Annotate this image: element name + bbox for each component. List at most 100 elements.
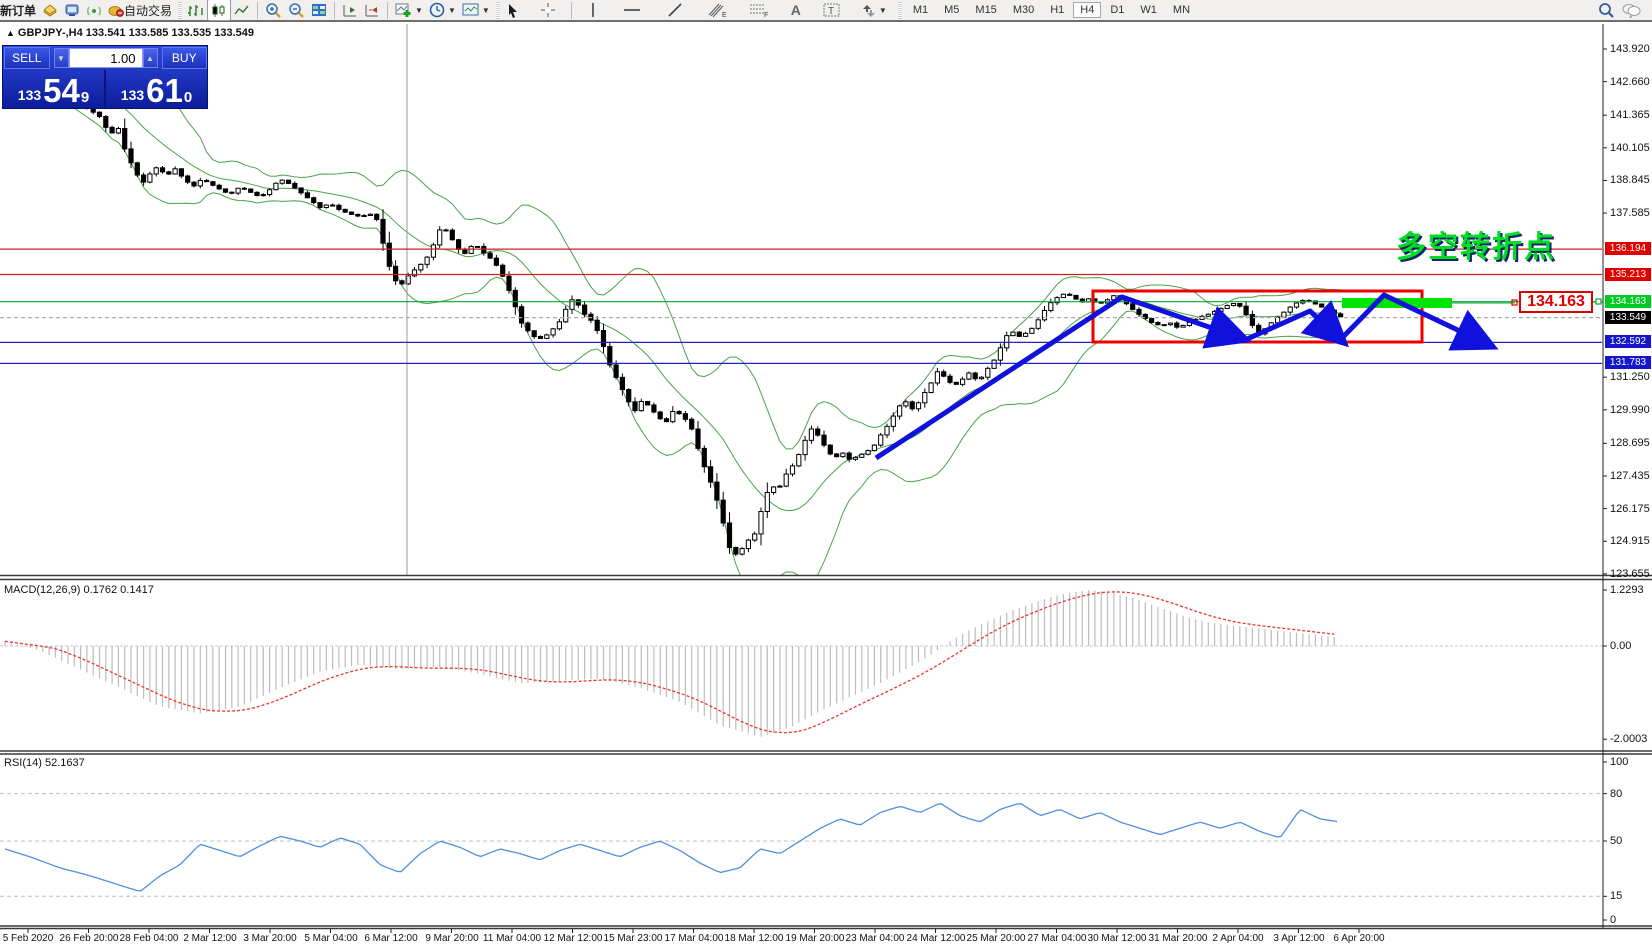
chart-canvas[interactable] xyxy=(0,0,1652,946)
date-tick-label: 11 Mar 04:00 xyxy=(483,933,541,944)
timeframe-button-mn[interactable]: MN xyxy=(1166,2,1197,18)
toolbar-grip xyxy=(496,2,500,19)
macd-indicator-label: MACD(12,26,9) 0.1762 0.1417 xyxy=(4,584,154,596)
text-tool-button[interactable]: A xyxy=(788,0,804,20)
price-tick-label: 138.845 xyxy=(1610,174,1650,186)
rsi-tick-label: 100 xyxy=(1610,756,1628,768)
cursor-tool-button[interactable] xyxy=(503,0,523,20)
date-tick-label: 26 Feb 20:00 xyxy=(60,933,119,944)
macd-tick-label: 0.00 xyxy=(1610,640,1631,652)
line-chart-type-button[interactable] xyxy=(231,0,253,20)
price-tick-label: 142.660 xyxy=(1610,76,1650,88)
main-toolbar: 新订单 自动交易 xyxy=(0,0,1652,22)
volume-increase-button[interactable]: ▲ xyxy=(143,48,158,68)
indicators-button[interactable]: ▼ xyxy=(392,0,426,20)
macd-tick-label: -2.0003 xyxy=(1610,733,1647,745)
horizontal-line-tool-button[interactable] xyxy=(620,0,644,20)
date-tick-label: 2 Apr 04:00 xyxy=(1212,933,1263,944)
bar-chart-type-button[interactable] xyxy=(185,0,207,20)
search-icon[interactable] xyxy=(1595,0,1618,20)
trendline-tool-button[interactable] xyxy=(664,0,686,20)
date-tick-label: 3 Mar 20:00 xyxy=(243,933,296,944)
timeframe-button-m30[interactable]: M30 xyxy=(1006,2,1041,18)
rsi-tick-label: 15 xyxy=(1610,890,1622,902)
templates-button[interactable]: ▼ xyxy=(459,0,493,20)
price-tick-label: 123.655 xyxy=(1610,568,1650,580)
price-level-chip: 133.549 xyxy=(1605,311,1651,324)
date-tick-label: 12 Mar 12:00 xyxy=(544,933,603,944)
timeframe-button-m15[interactable]: M15 xyxy=(968,2,1003,18)
auto-scroll-button[interactable] xyxy=(361,0,383,20)
svg-text:F: F xyxy=(764,12,768,18)
sell-price[interactable]: 133549 xyxy=(3,70,104,108)
tile-windows-button[interactable] xyxy=(308,0,330,20)
timeframe-button-m5[interactable]: M5 xyxy=(937,2,966,18)
timeframe-button-h1[interactable]: H1 xyxy=(1043,2,1071,18)
toolbar-separator xyxy=(334,2,335,19)
price-tick-label: 128.695 xyxy=(1610,437,1650,449)
price-tick-label: 137.585 xyxy=(1610,207,1650,219)
mt4-terminal-window: 新订单 自动交易 xyxy=(0,0,1652,946)
price-tick-label: 141.365 xyxy=(1610,109,1650,121)
date-tick-label: 6 Apr 20:00 xyxy=(1333,933,1384,944)
timeframe-bar: M1M5M15M30H1H4D1W1MN xyxy=(905,2,1198,18)
buy-button[interactable]: BUY xyxy=(162,47,208,69)
macd-tick-label: 1.2293 xyxy=(1610,584,1644,596)
auto-trading-button[interactable]: 自动交易 xyxy=(105,0,175,20)
package-icon[interactable] xyxy=(39,0,61,20)
equidistant-channel-tool-button[interactable]: E xyxy=(704,0,730,20)
price-level-chip: 132.592 xyxy=(1605,335,1651,348)
chevron-down-icon: ▼ xyxy=(482,6,490,15)
auto-trading-label: 自动交易 xyxy=(124,2,172,19)
date-tick-label: 30 Mar 12:00 xyxy=(1088,933,1147,944)
symbol-collapse-icon[interactable]: ▲ xyxy=(6,28,15,38)
crosshair-tool-button[interactable] xyxy=(537,0,559,20)
price-tick-label: 131.250 xyxy=(1610,371,1650,383)
candlestick-chart-type-button[interactable] xyxy=(207,0,231,21)
date-tick-label: 9 Mar 20:00 xyxy=(425,933,478,944)
timeframe-button-w1[interactable]: W1 xyxy=(1133,2,1164,18)
toolbar-grip xyxy=(178,2,182,19)
chart-shift-button[interactable] xyxy=(339,0,361,20)
terminal-icon[interactable] xyxy=(61,0,83,20)
zoom-out-button[interactable] xyxy=(285,0,308,20)
new-order-button[interactable]: 新订单 xyxy=(0,0,39,20)
date-tick-label: 2 Mar 12:00 xyxy=(183,933,236,944)
date-tick-label: 5 Mar 04:00 xyxy=(304,933,357,944)
buy-price[interactable]: 133610 xyxy=(106,70,207,108)
toolbar-separator xyxy=(571,2,572,19)
chat-icon[interactable] xyxy=(1618,0,1644,20)
price-tick-label: 140.105 xyxy=(1610,142,1650,154)
timeframe-button-h4[interactable]: H4 xyxy=(1073,2,1101,18)
signal-icon[interactable] xyxy=(83,0,105,20)
date-tick-label: 3 Apr 12:00 xyxy=(1273,933,1324,944)
sell-button[interactable]: SELL xyxy=(4,47,50,69)
date-tick-label: 28 Feb 04:00 xyxy=(120,933,179,944)
chevron-down-icon: ▼ xyxy=(448,6,456,15)
date-tick-label: 24 Mar 12:00 xyxy=(907,933,966,944)
periods-button[interactable]: ▼ xyxy=(426,0,459,20)
timeframe-button-m1[interactable]: M1 xyxy=(906,2,935,18)
price-tick-label: 143.920 xyxy=(1610,43,1650,55)
vertical-line-tool-button[interactable] xyxy=(586,0,600,20)
new-order-label: 新订单 xyxy=(0,2,36,19)
date-tick-label: 31 Mar 20:00 xyxy=(1149,933,1208,944)
rsi-tick-label: 50 xyxy=(1610,835,1622,847)
date-tick-label: 27 Mar 04:00 xyxy=(1028,933,1087,944)
price-level-chip: 135.213 xyxy=(1605,268,1651,281)
price-tick-label: 126.175 xyxy=(1610,503,1650,515)
date-tick-label: 15 Mar 23:00 xyxy=(604,933,663,944)
volume-input[interactable] xyxy=(69,48,143,68)
zoom-in-button[interactable] xyxy=(262,0,285,20)
date-tick-label: 17 Mar 04:00 xyxy=(665,933,724,944)
price-level-chip: 134.163 xyxy=(1605,295,1651,308)
text-label-tool-button[interactable]: T xyxy=(820,0,844,20)
toolbar-separator xyxy=(257,2,258,19)
toolbar-grip xyxy=(898,2,902,19)
fibonacci-tool-button[interactable]: F xyxy=(746,0,772,20)
volume-decrease-button[interactable]: ▼ xyxy=(54,48,69,68)
timeframe-button-d1[interactable]: D1 xyxy=(1103,2,1131,18)
price-callout-label[interactable]: 134.163 xyxy=(1519,291,1593,313)
arrows-tool-button[interactable]: ▼ xyxy=(858,0,890,20)
turning-point-annotation[interactable]: 多空转折点 xyxy=(1396,222,1556,266)
